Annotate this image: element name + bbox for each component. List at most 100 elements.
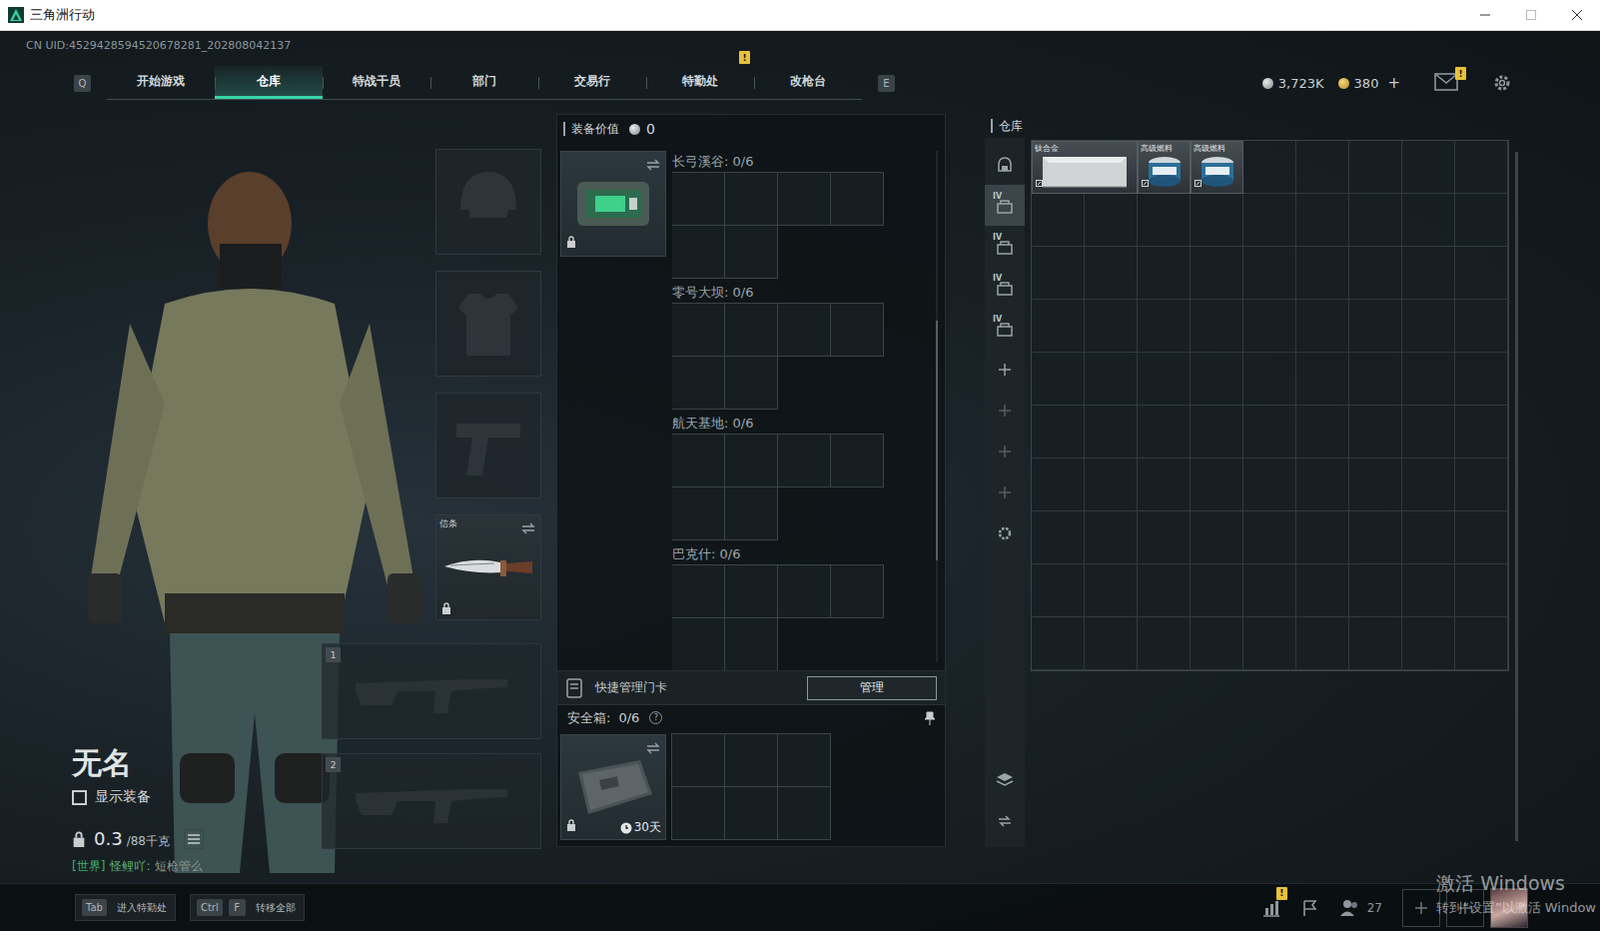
warehouse-cell[interactable]: [1402, 352, 1456, 406]
warehouse-cell[interactable]: [1455, 246, 1509, 300]
keycard-cell[interactable]: [829, 564, 884, 619]
warehouse-cell[interactable]: [1084, 458, 1138, 512]
warehouse-cell[interactable]: [1296, 352, 1350, 406]
warehouse-cell[interactable]: [1455, 352, 1509, 406]
warehouse-cell[interactable]: [1296, 299, 1350, 353]
warehouse-cell[interactable]: [1243, 246, 1297, 300]
stats-button[interactable]: !: [1261, 898, 1282, 917]
keycard-cell[interactable]: [672, 433, 726, 488]
warehouse-cell[interactable]: [1031, 564, 1085, 618]
warehouse-cell[interactable]: [1243, 511, 1297, 565]
nav-tab[interactable]: 特勤处!: [646, 65, 755, 99]
warehouse-cell[interactable]: [1137, 617, 1191, 671]
friends-button[interactable]: 27: [1339, 898, 1383, 917]
warehouse-cell[interactable]: [1402, 564, 1456, 618]
warehouse-cell[interactable]: [1455, 511, 1509, 565]
nav-tab[interactable]: 部门: [430, 65, 539, 99]
warehouse-cell[interactable]: [1455, 458, 1509, 512]
warehouse-cell[interactable]: [1190, 511, 1244, 565]
warehouse-cell[interactable]: [1190, 458, 1244, 512]
sidebar-item[interactable]: [984, 759, 1025, 800]
nav-tab[interactable]: 改枪台: [754, 65, 862, 99]
warehouse-cell[interactable]: [1031, 193, 1085, 247]
sidebar-item[interactable]: [984, 800, 1025, 841]
keycard-cell[interactable]: [672, 355, 726, 410]
swap-button[interactable]: [520, 519, 537, 539]
keycard-cell[interactable]: [724, 355, 779, 410]
keycard-cell[interactable]: [777, 433, 831, 488]
team-slot[interactable]: [1402, 888, 1441, 927]
keycard-cell[interactable]: [777, 171, 831, 226]
warehouse-cell[interactable]: [1190, 564, 1244, 618]
warehouse-cell[interactable]: [1296, 617, 1350, 671]
keycard-cell[interactable]: [672, 564, 726, 619]
prev-tab-key[interactable]: Q: [73, 74, 91, 92]
safebox-cell[interactable]: [724, 786, 779, 840]
warehouse-cell[interactable]: [1137, 405, 1191, 459]
nav-tab[interactable]: 特战干员: [322, 65, 431, 99]
warehouse-cell[interactable]: [1243, 405, 1297, 459]
warehouse-cell[interactable]: [1190, 352, 1244, 406]
warehouse-cell[interactable]: [1402, 617, 1456, 671]
nav-tab[interactable]: 交易行: [538, 65, 647, 99]
keycard-cell[interactable]: [777, 564, 831, 619]
warehouse-cell[interactable]: [1349, 140, 1403, 194]
warehouse-cell[interactable]: [1243, 352, 1297, 406]
warehouse-cell[interactable]: [1296, 511, 1350, 565]
sidebar-item[interactable]: IV: [984, 184, 1025, 226]
warehouse-cell[interactable]: [1084, 564, 1138, 618]
warehouse-cell[interactable]: [1084, 299, 1138, 353]
warehouse-cell[interactable]: [1402, 511, 1456, 565]
keycard-cell[interactable]: [724, 617, 779, 671]
warehouse-cell[interactable]: [1137, 193, 1191, 247]
warehouse-cell[interactable]: [1190, 299, 1244, 353]
warehouse-cell[interactable]: [1084, 405, 1138, 459]
warehouse-cell[interactable]: [1349, 564, 1403, 618]
warehouse-cell[interactable]: [1137, 458, 1191, 512]
minimize-button[interactable]: [1462, 0, 1509, 30]
pistol-slot[interactable]: [435, 392, 542, 499]
nav-tab[interactable]: 仓库: [214, 65, 323, 99]
keycard-cell[interactable]: [724, 486, 779, 541]
warehouse-cell[interactable]: [1402, 299, 1456, 353]
close-button[interactable]: [1554, 0, 1600, 30]
warehouse-cell[interactable]: [1084, 617, 1138, 671]
warehouse-cell[interactable]: [1031, 617, 1085, 671]
warehouse-cell[interactable]: [1349, 458, 1403, 512]
keycard-cell[interactable]: [829, 171, 884, 226]
nav-tab[interactable]: 开始游戏: [106, 65, 215, 99]
warehouse-cell[interactable]: [1349, 299, 1403, 353]
warehouse-cell[interactable]: [1296, 140, 1350, 194]
warehouse-cell[interactable]: [1402, 140, 1456, 194]
warehouse-cell[interactable]: [1031, 405, 1085, 459]
warehouse-cell[interactable]: [1243, 299, 1297, 353]
armor-slot[interactable]: [435, 270, 542, 377]
show-equipment-toggle[interactable]: 显示装备: [71, 788, 204, 806]
warehouse-cell[interactable]: [1455, 617, 1509, 671]
warehouse-cell[interactable]: [1455, 193, 1509, 247]
scroll-thumb[interactable]: [935, 320, 938, 561]
maximize-button[interactable]: [1508, 0, 1555, 30]
warehouse-cell[interactable]: [1031, 511, 1085, 565]
warehouse-cell[interactable]: [1402, 193, 1456, 247]
warehouse-cell[interactable]: [1402, 458, 1456, 512]
sidebar-item[interactable]: [984, 143, 1025, 185]
warehouse-cell[interactable]: [1349, 511, 1403, 565]
helmet-slot[interactable]: [435, 148, 542, 255]
sidebar-item[interactable]: IV: [984, 307, 1025, 349]
keycard-cell[interactable]: [724, 564, 779, 619]
warehouse-cell[interactable]: [1455, 564, 1509, 618]
scrollbar[interactable]: [1515, 151, 1519, 841]
keycard-holder[interactable]: [560, 150, 667, 257]
swap-button[interactable]: [645, 155, 662, 175]
warehouse-cell[interactable]: [1137, 299, 1191, 353]
warehouse-cell[interactable]: [1243, 564, 1297, 618]
keycard-cell[interactable]: [724, 302, 779, 357]
warehouse-cell[interactable]: [1137, 511, 1191, 565]
warehouse-cell[interactable]: [1296, 246, 1350, 300]
keycard-cell[interactable]: [724, 433, 779, 488]
settings-button[interactable]: [1492, 72, 1513, 93]
warehouse-cell[interactable]: [1190, 405, 1244, 459]
safebox-cell[interactable]: [777, 786, 831, 840]
keycard-cell[interactable]: [724, 171, 779, 226]
